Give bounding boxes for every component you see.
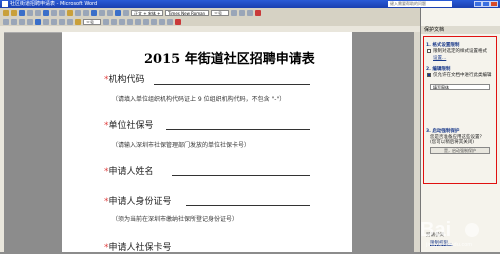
protect-form-icon[interactable] [75, 18, 81, 25]
help-search-input[interactable]: 键入需要帮助的问题 [388, 1, 452, 7]
form-checkbox-icon[interactable] [11, 18, 17, 25]
field-social-security-note: （请输入深圳市社保管理部门发放的单位社保卡号） [112, 142, 251, 149]
line-spacing-icon[interactable] [135, 18, 141, 25]
bold-icon[interactable] [231, 9, 237, 16]
table-icon[interactable] [99, 9, 105, 16]
editing-type-dropdown[interactable]: 填写窗体 [430, 84, 490, 90]
font-size-dropdown-2[interactable]: 三号 [83, 18, 101, 25]
numbering-icon[interactable] [143, 18, 149, 25]
form-text-field-icon[interactable] [3, 18, 9, 25]
field-organization-code-input[interactable] [154, 84, 310, 85]
bullets-icon[interactable] [151, 18, 157, 25]
field-applicant-ss-card-label: *申请人社保卡号 [104, 243, 172, 253]
align-center-icon[interactable] [111, 18, 117, 25]
insert-frame-icon[interactable] [51, 18, 57, 25]
field-organization-code-label: *机构代码 [104, 75, 145, 85]
show-hide-icon[interactable] [123, 9, 129, 16]
start-enforcing-button[interactable]: 是，启动强制保护 [430, 147, 490, 154]
field-applicant-name-input[interactable] [172, 175, 310, 176]
word-app-icon [2, 1, 8, 7]
formatting-restriction-checkbox[interactable] [427, 49, 431, 53]
save-icon[interactable] [19, 9, 25, 16]
print-preview-icon[interactable] [35, 9, 41, 16]
formatting-toolbar: 三号 [0, 17, 420, 26]
window-title: 社区街道招聘申请表 - Microsoft Word [10, 1, 98, 7]
baidu-watermark: Bai jingyan.baidu.com [414, 214, 498, 250]
field-social-security-label: *单位社保号 [104, 121, 154, 131]
vertical-ruler[interactable] [0, 32, 4, 252]
columns-icon[interactable] [107, 9, 113, 16]
field-applicant-id-label: *申请人身份证号 [104, 197, 172, 207]
hyperlink-icon[interactable] [91, 9, 97, 16]
font-color-icon[interactable] [255, 9, 261, 16]
copy-icon[interactable] [59, 9, 65, 16]
field-applicant-name-label: *申请人姓名 [104, 167, 154, 177]
align-left-icon[interactable] [103, 18, 109, 25]
watermark-brand: Bai [420, 219, 451, 241]
field-social-security-input[interactable] [166, 129, 310, 130]
reset-form-icon[interactable] [67, 18, 73, 25]
align-right-icon[interactable] [119, 18, 125, 25]
font-size-dropdown[interactable]: 三号 [211, 9, 229, 16]
field-applicant-id-input[interactable] [186, 205, 310, 206]
watermark-sub: jingyan.baidu.com [425, 242, 472, 248]
style-dropdown[interactable]: 正文 + 宋体 + [131, 9, 163, 16]
close-button[interactable] [490, 1, 498, 7]
font-dropdown[interactable]: Times New Roman [165, 9, 209, 16]
justify-icon[interactable] [127, 18, 133, 25]
increase-indent-icon[interactable] [167, 18, 173, 25]
cut-icon[interactable] [51, 9, 57, 16]
highlight-icon[interactable] [175, 18, 181, 25]
document-title: 2015 年街道社区招聘申请表 [144, 52, 315, 67]
editing-restriction-checkbox[interactable] [427, 73, 431, 77]
undo-icon[interactable] [75, 9, 81, 16]
formatting-settings-link[interactable]: 设置... [433, 55, 446, 61]
editing-restriction-label: 仅允许在文档中进行此类编辑 [433, 73, 492, 78]
underline-icon[interactable] [247, 9, 253, 16]
formatting-restriction-label: 限制对选定的样式设置格式 [433, 49, 487, 54]
paw-icon [465, 223, 479, 237]
document-margin [352, 32, 420, 252]
italic-icon[interactable] [239, 9, 245, 16]
redo-icon[interactable] [83, 9, 89, 16]
minimize-button[interactable] [474, 1, 482, 7]
spelling-icon[interactable] [43, 9, 49, 16]
standard-toolbar: 正文 + 宋体 + Times New Roman 三号 [0, 8, 420, 17]
decrease-indent-icon[interactable] [159, 18, 165, 25]
drawing-icon[interactable] [115, 9, 121, 16]
form-field-options-icon[interactable] [27, 18, 33, 25]
section-enforce-heading: 3. 启动强制保护 [426, 129, 460, 134]
draw-table-icon[interactable] [35, 18, 41, 25]
form-dropdown-icon[interactable] [19, 18, 25, 25]
new-document-icon[interactable] [3, 9, 9, 16]
enforce-description: 您是否准备应用这些设置？(您可以稍后将其关闭) [430, 135, 484, 145]
document-page[interactable]: 2015 年街道社区招聘申请表 *机构代码 （请填入单位组织机构代码证上 9 位… [62, 32, 352, 253]
pane-title: 保护文档 [421, 26, 500, 34]
form-field-shading-icon[interactable] [59, 18, 65, 25]
maximize-button[interactable] [482, 1, 490, 7]
insert-table-icon[interactable] [43, 18, 49, 25]
open-icon[interactable] [11, 9, 17, 16]
field-organization-code-note: （请填入单位组织机构代码证上 9 位组织机构代码，不包含 "-"） [112, 96, 286, 103]
print-icon[interactable] [27, 9, 33, 16]
paste-icon[interactable] [67, 9, 73, 16]
field-applicant-id-note: （须为当前在深圳市缴纳社保所登记身份证号） [112, 216, 239, 223]
